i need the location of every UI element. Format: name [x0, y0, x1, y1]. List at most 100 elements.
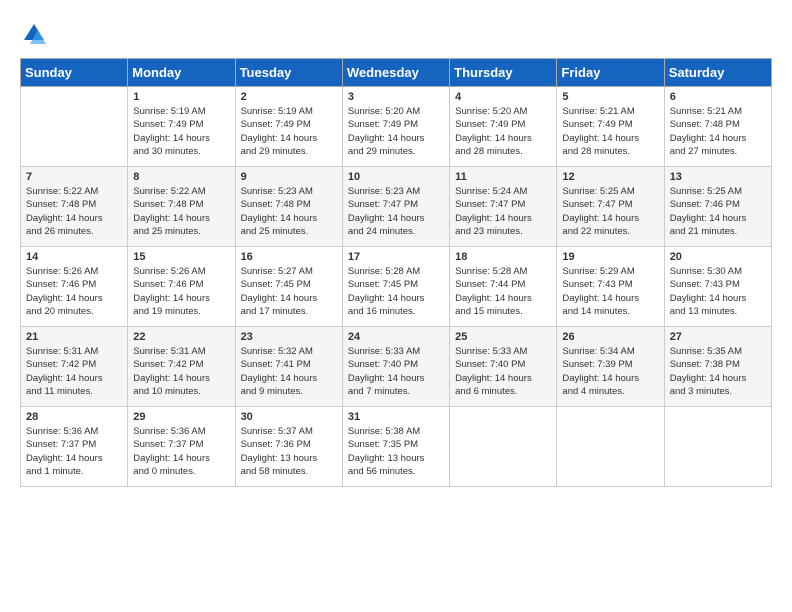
day-number: 19 [562, 251, 658, 263]
calendar-cell: 20 Sunrise: 5:30 AMSunset: 7:43 PMDayligh… [664, 247, 771, 327]
day-info: Sunrise: 5:25 AMSunset: 7:46 PMDaylight:… [670, 185, 766, 238]
day-info: Sunrise: 5:35 AMSunset: 7:38 PMDaylight:… [670, 345, 766, 398]
day-number: 2 [241, 91, 337, 103]
calendar-cell: 22 Sunrise: 5:31 AMSunset: 7:42 PMDayligh… [128, 327, 235, 407]
logo [20, 20, 52, 48]
calendar-cell: 10 Sunrise: 5:23 AMSunset: 7:47 PMDayligh… [342, 167, 449, 247]
day-info: Sunrise: 5:31 AMSunset: 7:42 PMDaylight:… [26, 345, 122, 398]
day-info: Sunrise: 5:37 AMSunset: 7:36 PMDaylight:… [241, 425, 337, 478]
calendar-cell: 7 Sunrise: 5:22 AMSunset: 7:48 PMDaylight… [21, 167, 128, 247]
day-number: 7 [26, 171, 122, 183]
header-cell-thursday: Thursday [450, 59, 557, 87]
calendar-cell: 11 Sunrise: 5:24 AMSunset: 7:47 PMDayligh… [450, 167, 557, 247]
calendar-cell: 19 Sunrise: 5:29 AMSunset: 7:43 PMDayligh… [557, 247, 664, 327]
day-info: Sunrise: 5:29 AMSunset: 7:43 PMDaylight:… [562, 265, 658, 318]
week-row-4: 21 Sunrise: 5:31 AMSunset: 7:42 PMDayligh… [21, 327, 772, 407]
day-number: 24 [348, 331, 444, 343]
day-info: Sunrise: 5:36 AMSunset: 7:37 PMDaylight:… [133, 425, 229, 478]
day-number: 6 [670, 91, 766, 103]
calendar-cell: 12Sunrise: 5:25 AMSunset: 7:47 PMDayligh… [557, 167, 664, 247]
calendar-body: 1 Sunrise: 5:19 AMSunset: 7:49 PMDaylight… [21, 87, 772, 487]
header-cell-friday: Friday [557, 59, 664, 87]
day-number: 5 [562, 91, 658, 103]
calendar-cell [557, 407, 664, 487]
day-number: 14 [26, 251, 122, 263]
calendar-table: SundayMondayTuesdayWednesdayThursdayFrid… [20, 58, 772, 487]
day-info: Sunrise: 5:33 AMSunset: 7:40 PMDaylight:… [455, 345, 551, 398]
day-number: 28 [26, 411, 122, 423]
header [20, 20, 772, 48]
day-info: Sunrise: 5:26 AMSunset: 7:46 PMDaylight:… [26, 265, 122, 318]
calendar-cell: 4Sunrise: 5:20 AMSunset: 7:49 PMDaylight… [450, 87, 557, 167]
day-number: 1 [133, 91, 229, 103]
calendar-cell: 5 Sunrise: 5:21 AMSunset: 7:49 PMDaylight… [557, 87, 664, 167]
calendar-cell: 29 Sunrise: 5:36 AMSunset: 7:37 PMDayligh… [128, 407, 235, 487]
calendar-cell: 9Sunrise: 5:23 AMSunset: 7:48 PMDaylight… [235, 167, 342, 247]
day-info: Sunrise: 5:30 AMSunset: 7:43 PMDaylight:… [670, 265, 766, 318]
calendar-cell: 14 Sunrise: 5:26 AMSunset: 7:46 PMDayligh… [21, 247, 128, 327]
day-info: Sunrise: 5:20 AMSunset: 7:49 PMDaylight:… [348, 105, 444, 158]
day-number: 11 [455, 171, 551, 183]
calendar-cell [664, 407, 771, 487]
day-info: Sunrise: 5:38 AMSunset: 7:35 PMDaylight:… [348, 425, 444, 478]
day-info: Sunrise: 5:21 AMSunset: 7:48 PMDaylight:… [670, 105, 766, 158]
day-info: Sunrise: 5:27 AMSunset: 7:45 PMDaylight:… [241, 265, 337, 318]
calendar-cell: 6 Sunrise: 5:21 AMSunset: 7:48 PMDaylight… [664, 87, 771, 167]
calendar-cell [21, 87, 128, 167]
calendar-cell: 2 Sunrise: 5:19 AMSunset: 7:49 PMDaylight… [235, 87, 342, 167]
calendar-cell: 16 Sunrise: 5:27 AMSunset: 7:45 PMDayligh… [235, 247, 342, 327]
day-number: 23 [241, 331, 337, 343]
calendar-cell: 1 Sunrise: 5:19 AMSunset: 7:49 PMDaylight… [128, 87, 235, 167]
logo-icon [20, 20, 48, 48]
calendar-cell: 23Sunrise: 5:32 AMSunset: 7:41 PMDayligh… [235, 327, 342, 407]
calendar-cell: 26 Sunrise: 5:34 AMSunset: 7:39 PMDayligh… [557, 327, 664, 407]
week-row-3: 14 Sunrise: 5:26 AMSunset: 7:46 PMDayligh… [21, 247, 772, 327]
week-row-1: 1 Sunrise: 5:19 AMSunset: 7:49 PMDaylight… [21, 87, 772, 167]
day-info: Sunrise: 5:23 AMSunset: 7:47 PMDaylight:… [348, 185, 444, 238]
header-cell-wednesday: Wednesday [342, 59, 449, 87]
calendar-cell: 3 Sunrise: 5:20 AMSunset: 7:49 PMDaylight… [342, 87, 449, 167]
day-info: Sunrise: 5:23 AMSunset: 7:48 PMDaylight:… [241, 185, 337, 238]
day-number: 29 [133, 411, 229, 423]
header-row: SundayMondayTuesdayWednesdayThursdayFrid… [21, 59, 772, 87]
day-info: Sunrise: 5:33 AMSunset: 7:40 PMDaylight:… [348, 345, 444, 398]
header-cell-monday: Monday [128, 59, 235, 87]
day-number: 8 [133, 171, 229, 183]
day-info: Sunrise: 5:31 AMSunset: 7:42 PMDaylight:… [133, 345, 229, 398]
calendar-cell: 18Sunrise: 5:28 AMSunset: 7:44 PMDayligh… [450, 247, 557, 327]
day-info: Sunrise: 5:26 AMSunset: 7:46 PMDaylight:… [133, 265, 229, 318]
calendar-cell: 30Sunrise: 5:37 AMSunset: 7:36 PMDayligh… [235, 407, 342, 487]
day-number: 20 [670, 251, 766, 263]
day-number: 15 [133, 251, 229, 263]
day-info: Sunrise: 5:22 AMSunset: 7:48 PMDaylight:… [133, 185, 229, 238]
calendar-cell: 17Sunrise: 5:28 AMSunset: 7:45 PMDayligh… [342, 247, 449, 327]
header-cell-sunday: Sunday [21, 59, 128, 87]
day-info: Sunrise: 5:19 AMSunset: 7:49 PMDaylight:… [133, 105, 229, 158]
day-number: 10 [348, 171, 444, 183]
day-info: Sunrise: 5:19 AMSunset: 7:49 PMDaylight:… [241, 105, 337, 158]
header-cell-tuesday: Tuesday [235, 59, 342, 87]
day-number: 26 [562, 331, 658, 343]
day-number: 21 [26, 331, 122, 343]
day-number: 27 [670, 331, 766, 343]
calendar-cell: 31 Sunrise: 5:38 AMSunset: 7:35 PMDayligh… [342, 407, 449, 487]
day-info: Sunrise: 5:22 AMSunset: 7:48 PMDaylight:… [26, 185, 122, 238]
day-number: 13 [670, 171, 766, 183]
day-info: Sunrise: 5:36 AMSunset: 7:37 PMDaylight:… [26, 425, 122, 478]
day-info: Sunrise: 5:34 AMSunset: 7:39 PMDaylight:… [562, 345, 658, 398]
week-row-2: 7 Sunrise: 5:22 AMSunset: 7:48 PMDaylight… [21, 167, 772, 247]
day-number: 16 [241, 251, 337, 263]
header-cell-saturday: Saturday [664, 59, 771, 87]
day-info: Sunrise: 5:25 AMSunset: 7:47 PMDaylight:… [562, 185, 658, 238]
calendar-header: SundayMondayTuesdayWednesdayThursdayFrid… [21, 59, 772, 87]
day-number: 3 [348, 91, 444, 103]
week-row-5: 28 Sunrise: 5:36 AMSunset: 7:37 PMDayligh… [21, 407, 772, 487]
day-number: 25 [455, 331, 551, 343]
day-number: 22 [133, 331, 229, 343]
calendar-cell: 25 Sunrise: 5:33 AMSunset: 7:40 PMDayligh… [450, 327, 557, 407]
calendar-cell: 24 Sunrise: 5:33 AMSunset: 7:40 PMDayligh… [342, 327, 449, 407]
day-info: Sunrise: 5:21 AMSunset: 7:49 PMDaylight:… [562, 105, 658, 158]
calendar-cell: 13 Sunrise: 5:25 AMSunset: 7:46 PMDayligh… [664, 167, 771, 247]
day-info: Sunrise: 5:24 AMSunset: 7:47 PMDaylight:… [455, 185, 551, 238]
day-number: 31 [348, 411, 444, 423]
